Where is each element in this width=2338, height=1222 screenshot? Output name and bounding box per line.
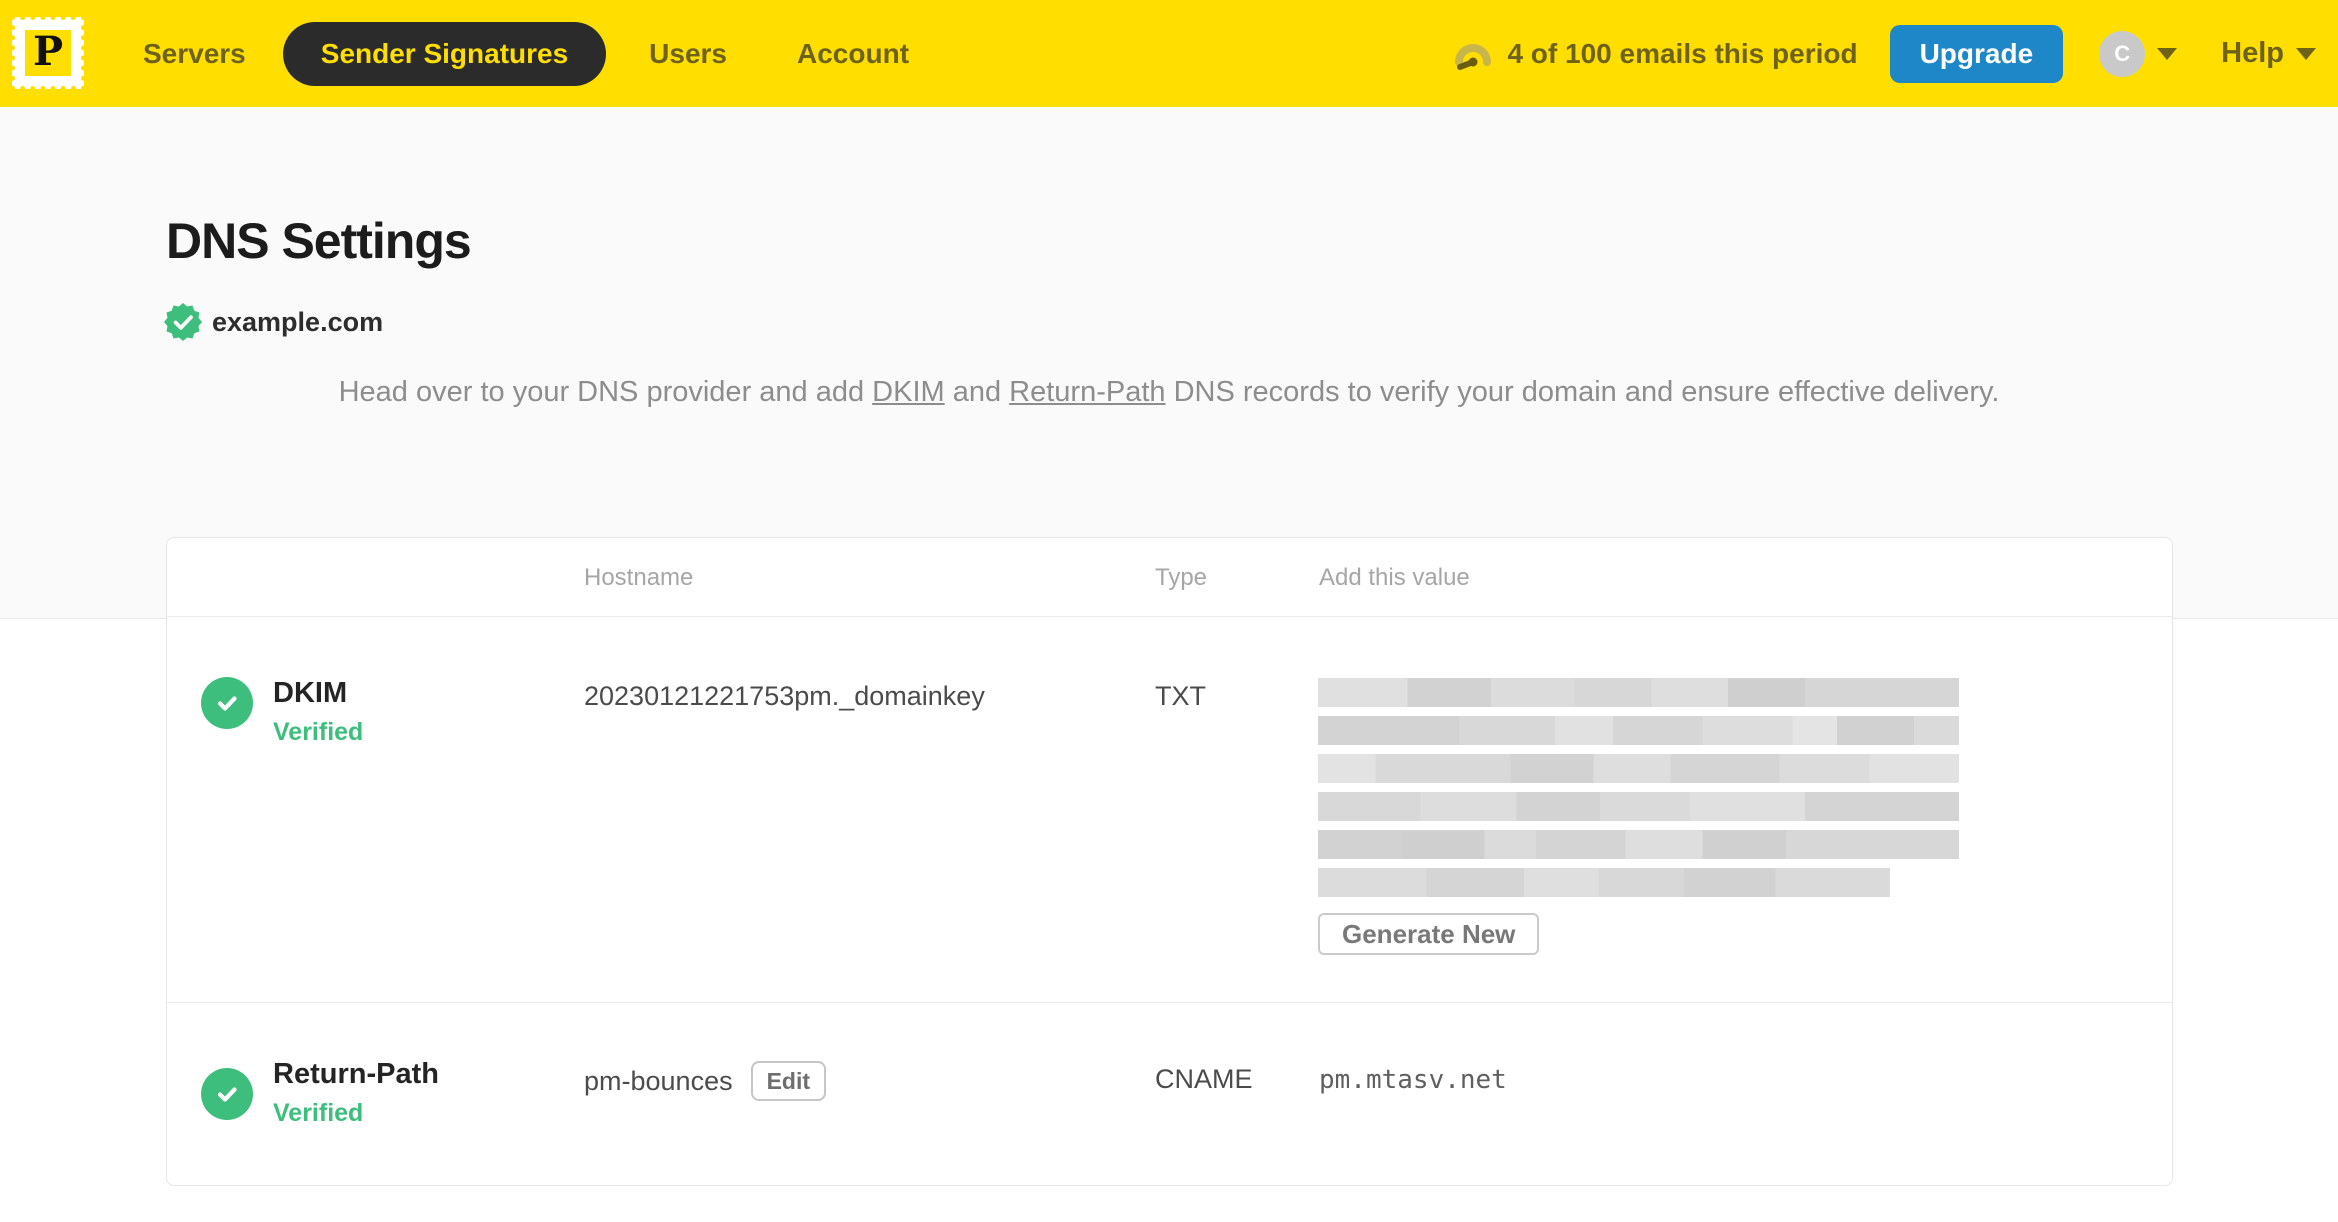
column-header-type: Type [1155, 563, 1208, 591]
record-type: TXT [1155, 681, 1206, 711]
page-description: Head over to your DNS provider and add D… [0, 368, 2338, 416]
help-menu-caret-icon[interactable] [2296, 47, 2316, 60]
record-value: pm.mtasv.net [1319, 1065, 1507, 1095]
description-text: DNS records to verify your domain and en… [1165, 376, 2000, 408]
record-name: Return-Path [273, 1058, 439, 1090]
top-navbar: P Servers Sender Signatures Users Accoun… [0, 0, 2338, 107]
redacted-value-bar [1318, 792, 1959, 821]
help-menu[interactable]: Help [2221, 37, 2284, 70]
column-header-value: Add this value [1319, 563, 1470, 591]
record-status-badge: Verified [273, 1099, 364, 1127]
redacted-value-bar [1318, 830, 1959, 859]
return-path-link[interactable]: Return-Path [1009, 376, 1165, 408]
verified-seal-icon [164, 303, 202, 341]
hostname-value: pm-bounces [584, 1065, 733, 1096]
redacted-value-bar [1318, 678, 1959, 707]
navbar-right-group: 4 of 100 emails this period Upgrade C He… [1453, 24, 2316, 83]
nav-item-users[interactable]: Users [649, 38, 727, 70]
logo-letter: P [32, 27, 64, 75]
verified-check-icon [201, 677, 253, 729]
hostname-value: 20230121221753pm._domainkey [584, 681, 985, 711]
record-hostname: pm-bounces Edit [584, 1061, 827, 1101]
redacted-dns-value [1318, 678, 1959, 906]
dkim-link[interactable]: DKIM [872, 376, 945, 408]
edit-return-path-button[interactable]: Edit [750, 1061, 827, 1101]
nav-item-account[interactable]: Account [797, 38, 909, 70]
column-header-hostname: Hostname [584, 563, 694, 591]
upgrade-button[interactable]: Upgrade [1889, 24, 2064, 83]
record-type: CNAME [1155, 1064, 1253, 1094]
postmark-stamp-icon: P [25, 30, 71, 76]
page-title: DNS Settings [166, 213, 472, 269]
nav-item-servers[interactable]: Servers [143, 38, 246, 70]
usage-gauge-icon [1455, 43, 1492, 70]
generate-new-button[interactable]: Generate New [1318, 913, 1540, 955]
dns-records-card: Hostname Type Add this value DKIM Verifi… [166, 537, 2173, 1186]
verified-check-icon [201, 1068, 253, 1120]
avatar[interactable]: C [2099, 30, 2146, 77]
record-name: DKIM [273, 677, 348, 709]
verified-domain: example.com [164, 303, 383, 341]
domain-name: example.com [212, 306, 384, 337]
table-row-return-path: Return-Path Verified pm-bounces Edit CNA… [167, 1003, 2172, 1184]
redacted-value-bar [1318, 754, 1959, 783]
description-text: Head over to your DNS provider and add [338, 376, 873, 408]
table-header-row: Hostname Type Add this value [167, 538, 2172, 617]
record-status-badge: Verified [273, 718, 364, 746]
usage-counter: 4 of 100 emails this period [1507, 37, 1858, 69]
nav-item-sender-signatures[interactable]: Sender Signatures [282, 21, 607, 86]
redacted-value-bar [1318, 716, 1959, 745]
postmark-logo[interactable]: P [10, 15, 86, 91]
account-menu-caret-icon[interactable] [2157, 47, 2178, 60]
record-hostname: 20230121221753pm._domainkey [584, 681, 985, 712]
table-row-dkim: DKIM Verified 20230121221753pm._domainke… [167, 617, 2172, 1003]
redacted-value-bar [1318, 868, 1890, 897]
description-text: and [944, 376, 1010, 408]
